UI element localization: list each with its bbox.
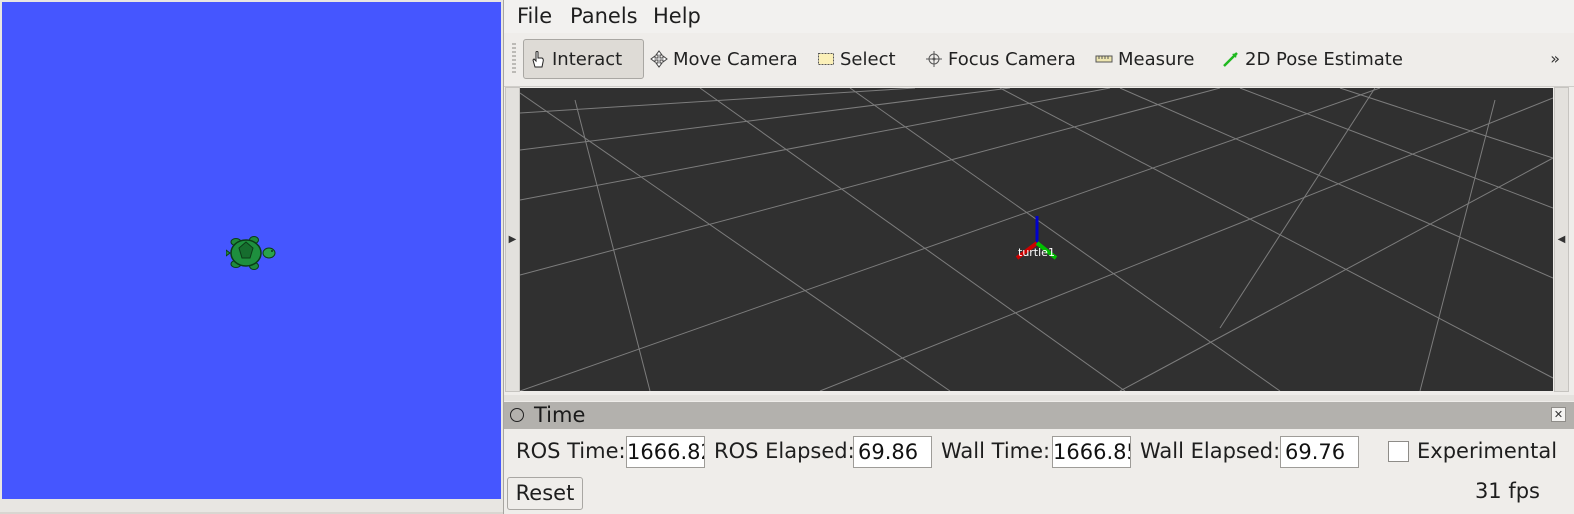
grid-view: turtle1 <box>520 88 1553 391</box>
turtlesim-canvas <box>2 2 501 499</box>
hand-pointer-icon <box>528 49 548 69</box>
menu-panels[interactable]: Panels <box>570 4 638 28</box>
move-camera-icon <box>649 49 669 69</box>
tool-focus-camera-label: Focus Camera <box>948 48 1076 70</box>
reset-button[interactable]: Reset <box>507 477 583 510</box>
rviz-window: File Panels Help Interact Move Camera Se… <box>503 0 1574 514</box>
frame-label-turtle1: turtle1 <box>1018 246 1055 259</box>
fps-indicator: 31 fps <box>1474 479 1540 503</box>
tool-measure-label: Measure <box>1118 48 1195 70</box>
tool-interact-label: Interact <box>552 48 623 70</box>
select-rect-icon <box>816 49 836 69</box>
render-area: ▶ turtle1 ◀ <box>504 87 1574 394</box>
tool-measure[interactable]: Measure <box>1094 39 1195 79</box>
pose-arrow-icon <box>1221 49 1241 69</box>
3d-viewport[interactable]: turtle1 <box>520 88 1553 391</box>
menu-bar: File Panels Help <box>504 0 1574 33</box>
toolbar-overflow-button[interactable]: » <box>1550 49 1560 68</box>
wall-time-field[interactable]: 1666.85 <box>1052 436 1131 468</box>
crosshair-icon <box>924 49 944 69</box>
tool-move-camera[interactable]: Move Camera <box>649 39 798 79</box>
left-dock-toggle[interactable]: ▶ <box>505 87 520 392</box>
close-panel-button[interactable]: ✕ <box>1551 407 1566 422</box>
turtle-icon <box>226 236 276 270</box>
time-panel-header: Time ✕ <box>504 402 1574 429</box>
ros-elapsed-field[interactable]: 69.86 <box>853 436 932 468</box>
right-dock-toggle[interactable]: ◀ <box>1554 87 1569 392</box>
arrow-right-icon: ▶ <box>508 234 517 245</box>
wall-elapsed-field[interactable]: 69.76 <box>1280 436 1359 468</box>
turtlesim-window <box>0 0 503 512</box>
tool-interact[interactable]: Interact <box>523 39 644 79</box>
wall-time-label: Wall Time: <box>941 439 1051 463</box>
tool-focus-camera[interactable]: Focus Camera <box>924 39 1076 79</box>
panel-splitter[interactable] <box>504 395 1574 401</box>
ros-time-field[interactable]: 1666.82 <box>626 436 705 468</box>
toolbar-grip[interactable] <box>512 43 516 73</box>
tool-2d-pose-estimate-label: 2D Pose Estimate <box>1245 48 1403 70</box>
menu-help[interactable]: Help <box>653 4 701 28</box>
time-panel-title: Time <box>534 403 586 427</box>
ruler-icon <box>1094 49 1114 69</box>
tool-select-label: Select <box>840 48 896 70</box>
arrow-left-icon: ◀ <box>1557 234 1566 245</box>
tool-move-camera-label: Move Camera <box>673 48 798 70</box>
tool-select[interactable]: Select <box>816 39 896 79</box>
wall-elapsed-label: Wall Elapsed: <box>1140 439 1281 463</box>
tool-2d-pose-estimate[interactable]: 2D Pose Estimate <box>1221 39 1403 79</box>
clock-icon <box>510 408 524 422</box>
tool-toolbar: Interact Move Camera Select Focus Camera… <box>504 33 1574 87</box>
ros-elapsed-label: ROS Elapsed: <box>714 439 855 463</box>
experimental-label: Experimental <box>1417 439 1558 463</box>
experimental-checkbox[interactable] <box>1388 441 1409 462</box>
ros-time-label: ROS Time: <box>516 439 626 463</box>
menu-file[interactable]: File <box>517 4 552 28</box>
